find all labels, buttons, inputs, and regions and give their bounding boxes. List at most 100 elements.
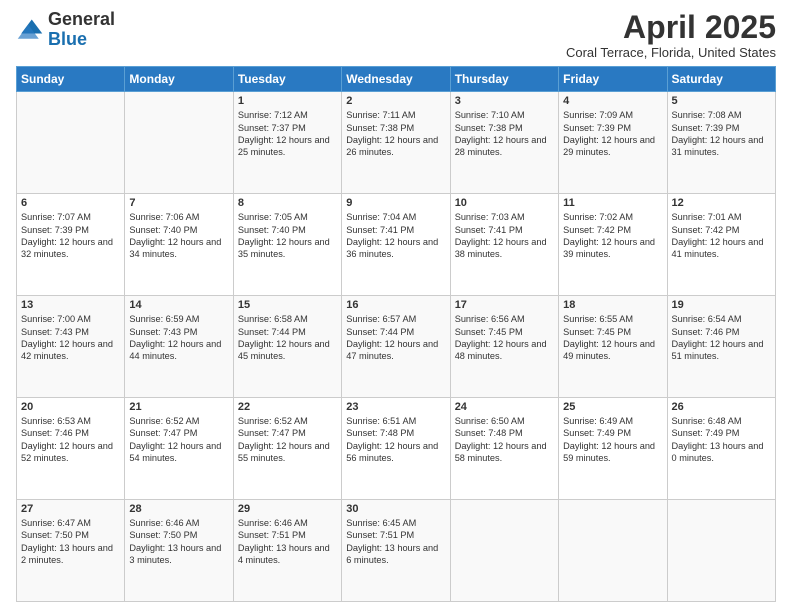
- day-number: 6: [21, 197, 120, 209]
- calendar-week-1: 1Sunrise: 7:12 AM Sunset: 7:37 PM Daylig…: [17, 92, 776, 194]
- day-number: 10: [455, 197, 554, 209]
- day-number: 8: [238, 197, 337, 209]
- day-info: Sunrise: 6:50 AM Sunset: 7:48 PM Dayligh…: [455, 415, 554, 465]
- day-number: 17: [455, 299, 554, 311]
- day-number: 4: [563, 95, 662, 107]
- day-number: 30: [346, 503, 445, 515]
- calendar-cell: 9Sunrise: 7:04 AM Sunset: 7:41 PM Daylig…: [342, 194, 450, 296]
- day-info: Sunrise: 7:04 AM Sunset: 7:41 PM Dayligh…: [346, 211, 445, 261]
- day-info: Sunrise: 6:48 AM Sunset: 7:49 PM Dayligh…: [672, 415, 771, 465]
- calendar-cell: 27Sunrise: 6:47 AM Sunset: 7:50 PM Dayli…: [17, 500, 125, 602]
- day-info: Sunrise: 6:52 AM Sunset: 7:47 PM Dayligh…: [238, 415, 337, 465]
- calendar-cell: 30 Sunrise: 6:45 AM Sunset: 7:51 PM Dayli…: [342, 500, 450, 602]
- day-info: Sunrise: 6:51 AM Sunset: 7:48 PM Dayligh…: [346, 415, 445, 465]
- logo-blue-text: Blue: [48, 29, 87, 49]
- calendar-header-row: SundayMondayTuesdayWednesdayThursdayFrid…: [17, 67, 776, 92]
- day-number: 14: [129, 299, 228, 311]
- day-info: Sunrise: 7:02 AM Sunset: 7:42 PM Dayligh…: [563, 211, 662, 261]
- day-number: 28: [129, 503, 228, 515]
- day-info: Sunrise: 7:03 AM Sunset: 7:41 PM Dayligh…: [455, 211, 554, 261]
- day-number: 16: [346, 299, 445, 311]
- calendar-header-sunday: Sunday: [17, 67, 125, 92]
- day-number: 11: [563, 197, 662, 209]
- calendar-cell: [450, 500, 558, 602]
- calendar-cell: 6 Sunrise: 7:07 AM Sunset: 7:39 PM Daylig…: [17, 194, 125, 296]
- calendar-cell: [667, 500, 775, 602]
- day-number: 22: [238, 401, 337, 413]
- calendar-cell: 8 Sunrise: 7:05 AM Sunset: 7:40 PM Daylig…: [233, 194, 341, 296]
- day-info: Sunrise: 7:08 AM Sunset: 7:39 PM Dayligh…: [672, 109, 771, 159]
- day-info: Sunrise: 7:09 AM Sunset: 7:39 PM Dayligh…: [563, 109, 662, 159]
- day-info: Sunrise: 7:11 AM Sunset: 7:38 PM Dayligh…: [346, 109, 445, 159]
- day-number: 13: [21, 299, 120, 311]
- calendar-cell: 29Sunrise: 6:46 AM Sunset: 7:51 PM Dayli…: [233, 500, 341, 602]
- calendar-week-2: 6 Sunrise: 7:07 AM Sunset: 7:39 PM Daylig…: [17, 194, 776, 296]
- day-info: Sunrise: 7:00 AM Sunset: 7:43 PM Dayligh…: [21, 313, 120, 363]
- calendar-cell: [559, 500, 667, 602]
- calendar-cell: 20Sunrise: 6:53 AM Sunset: 7:46 PM Dayli…: [17, 398, 125, 500]
- day-number: 23: [346, 401, 445, 413]
- logo-general-text: General: [48, 9, 115, 29]
- day-number: 3: [455, 95, 554, 107]
- day-number: 24: [455, 401, 554, 413]
- calendar-cell: 16 Sunrise: 6:57 AM Sunset: 7:44 PM Dayli…: [342, 296, 450, 398]
- day-info: Sunrise: 6:45 AM Sunset: 7:51 PM Dayligh…: [346, 517, 445, 567]
- calendar-cell: 2 Sunrise: 7:11 AM Sunset: 7:38 PM Daylig…: [342, 92, 450, 194]
- day-number: 26: [672, 401, 771, 413]
- calendar-cell: 21 Sunrise: 6:52 AM Sunset: 7:47 PM Dayli…: [125, 398, 233, 500]
- calendar-week-5: 27Sunrise: 6:47 AM Sunset: 7:50 PM Dayli…: [17, 500, 776, 602]
- calendar-cell: 28Sunrise: 6:46 AM Sunset: 7:50 PM Dayli…: [125, 500, 233, 602]
- day-info: Sunrise: 6:57 AM Sunset: 7:44 PM Dayligh…: [346, 313, 445, 363]
- calendar-table: SundayMondayTuesdayWednesdayThursdayFrid…: [16, 66, 776, 602]
- day-number: 18: [563, 299, 662, 311]
- calendar-cell: 5 Sunrise: 7:08 AM Sunset: 7:39 PM Daylig…: [667, 92, 775, 194]
- calendar-cell: [17, 92, 125, 194]
- calendar-cell: 23 Sunrise: 6:51 AM Sunset: 7:48 PM Dayli…: [342, 398, 450, 500]
- header: General Blue April 2025 Coral Terrace, F…: [16, 10, 776, 60]
- calendar-cell: 4 Sunrise: 7:09 AM Sunset: 7:39 PM Daylig…: [559, 92, 667, 194]
- day-number: 2: [346, 95, 445, 107]
- calendar-cell: 15Sunrise: 6:58 AM Sunset: 7:44 PM Dayli…: [233, 296, 341, 398]
- day-info: Sunrise: 6:59 AM Sunset: 7:43 PM Dayligh…: [129, 313, 228, 363]
- location: Coral Terrace, Florida, United States: [566, 45, 776, 60]
- title-block: April 2025 Coral Terrace, Florida, Unite…: [566, 10, 776, 60]
- calendar-cell: 13 Sunrise: 7:00 AM Sunset: 7:43 PM Dayli…: [17, 296, 125, 398]
- logo-text: General Blue: [48, 10, 115, 50]
- calendar-cell: 19 Sunrise: 6:54 AM Sunset: 7:46 PM Dayli…: [667, 296, 775, 398]
- calendar-cell: 14 Sunrise: 6:59 AM Sunset: 7:43 PM Dayli…: [125, 296, 233, 398]
- day-info: Sunrise: 7:05 AM Sunset: 7:40 PM Dayligh…: [238, 211, 337, 261]
- calendar-cell: 25 Sunrise: 6:49 AM Sunset: 7:49 PM Dayli…: [559, 398, 667, 500]
- calendar-header-friday: Friday: [559, 67, 667, 92]
- day-number: 21: [129, 401, 228, 413]
- calendar-cell: 24 Sunrise: 6:50 AM Sunset: 7:48 PM Dayli…: [450, 398, 558, 500]
- day-number: 7: [129, 197, 228, 209]
- day-info: Sunrise: 6:54 AM Sunset: 7:46 PM Dayligh…: [672, 313, 771, 363]
- calendar-cell: 7 Sunrise: 7:06 AM Sunset: 7:40 PM Daylig…: [125, 194, 233, 296]
- month-title: April 2025: [566, 10, 776, 45]
- day-info: Sunrise: 6:49 AM Sunset: 7:49 PM Dayligh…: [563, 415, 662, 465]
- calendar-cell: 26 Sunrise: 6:48 AM Sunset: 7:49 PM Dayli…: [667, 398, 775, 500]
- day-number: 19: [672, 299, 771, 311]
- calendar-header-saturday: Saturday: [667, 67, 775, 92]
- day-info: Sunrise: 7:12 AM Sunset: 7:37 PM Dayligh…: [238, 109, 337, 159]
- day-info: Sunrise: 6:52 AM Sunset: 7:47 PM Dayligh…: [129, 415, 228, 465]
- day-info: Sunrise: 7:07 AM Sunset: 7:39 PM Dayligh…: [21, 211, 120, 261]
- calendar-cell: 22 Sunrise: 6:52 AM Sunset: 7:47 PM Dayli…: [233, 398, 341, 500]
- day-info: Sunrise: 7:10 AM Sunset: 7:38 PM Dayligh…: [455, 109, 554, 159]
- day-number: 12: [672, 197, 771, 209]
- calendar-cell: 1Sunrise: 7:12 AM Sunset: 7:37 PM Daylig…: [233, 92, 341, 194]
- day-info: Sunrise: 6:47 AM Sunset: 7:50 PM Dayligh…: [21, 517, 120, 567]
- calendar-week-3: 13 Sunrise: 7:00 AM Sunset: 7:43 PM Dayli…: [17, 296, 776, 398]
- calendar-cell: 17Sunrise: 6:56 AM Sunset: 7:45 PM Dayli…: [450, 296, 558, 398]
- calendar-header-thursday: Thursday: [450, 67, 558, 92]
- day-number: 25: [563, 401, 662, 413]
- day-info: Sunrise: 7:01 AM Sunset: 7:42 PM Dayligh…: [672, 211, 771, 261]
- day-info: Sunrise: 7:06 AM Sunset: 7:40 PM Dayligh…: [129, 211, 228, 261]
- calendar-cell: 10 Sunrise: 7:03 AM Sunset: 7:41 PM Dayli…: [450, 194, 558, 296]
- calendar-cell: 18Sunrise: 6:55 AM Sunset: 7:45 PM Dayli…: [559, 296, 667, 398]
- logo-icon: [16, 16, 44, 44]
- day-number: 20: [21, 401, 120, 413]
- day-info: Sunrise: 6:58 AM Sunset: 7:44 PM Dayligh…: [238, 313, 337, 363]
- day-info: Sunrise: 6:46 AM Sunset: 7:51 PM Dayligh…: [238, 517, 337, 567]
- day-number: 5: [672, 95, 771, 107]
